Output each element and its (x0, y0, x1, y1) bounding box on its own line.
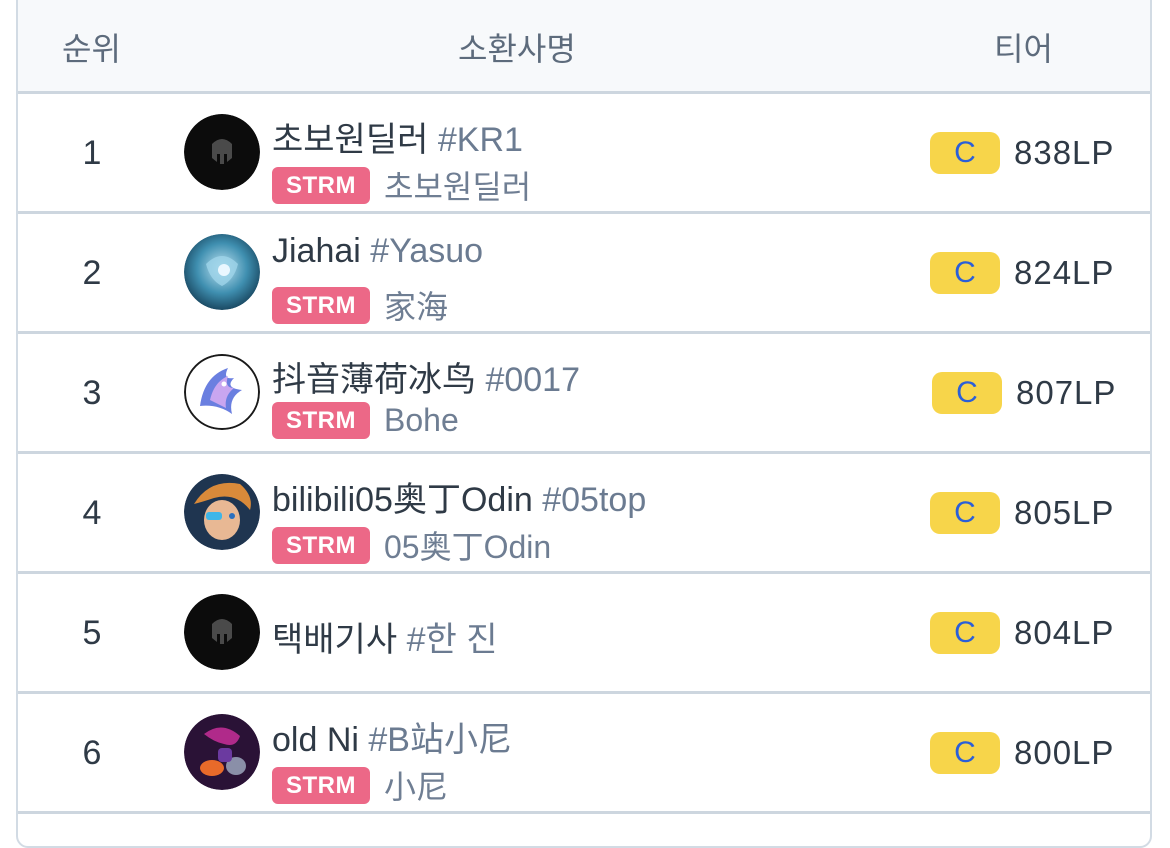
table-row[interactable]: 1 초보원딜러 #KR1 STRM 초보원딜러 C 838LP (18, 94, 1150, 214)
team-badge: STRM (272, 286, 370, 324)
rank-number: 5 (82, 614, 102, 652)
table-row[interactable]: 5 택배기사 #한 진 C 804LP (18, 574, 1150, 694)
avatar[interactable] (184, 714, 260, 790)
table-row[interactable]: 3 抖音薄荷冰鸟 #0017 STRM Bohe C 807LP (18, 334, 1150, 454)
summoner-name[interactable]: 택배기사 #한 진 (272, 612, 498, 661)
summoner-tag: #KR1 (437, 121, 523, 159)
streamer-name: 家海 (384, 289, 449, 325)
table-row[interactable]: 2 Jiahai #Yasuo STRM 家海 C 824LP (18, 214, 1150, 334)
streamer-info: STRM 초보원딜러 (272, 162, 531, 208)
team-badge: STRM (272, 402, 370, 439)
header-rank: 순위 (62, 31, 121, 67)
league-points: 838LP (1014, 134, 1115, 171)
summoner-name-text: 초보원딜러 (272, 121, 429, 159)
header-tier: 티어 (994, 31, 1053, 67)
summoner-name[interactable]: bilibili05奥丁Odin #05top (272, 472, 646, 521)
league-points: 804LP (1014, 614, 1115, 651)
league-points: 800LP (1014, 734, 1115, 771)
summoner-name[interactable]: Jiahai #Yasuo (272, 232, 483, 271)
summoner-name-text: old Ni (272, 721, 359, 759)
team-badge: STRM (272, 166, 370, 204)
streamer-info: STRM 小尼 (272, 762, 448, 808)
summoner-tag: #0017 (485, 361, 580, 399)
rank-number: 3 (82, 374, 102, 412)
summoner-tag: #Yasuo (370, 232, 484, 270)
tier-badge: C (930, 732, 1000, 774)
rank-number: 1 (82, 134, 102, 172)
avatar[interactable] (184, 474, 260, 550)
avatar[interactable] (184, 234, 260, 310)
streamer-name: 小尼 (384, 769, 449, 805)
avatar[interactable] (184, 594, 260, 670)
avatar[interactable] (184, 354, 260, 430)
tier-badge: C (930, 132, 1000, 174)
tier-badge: C (930, 252, 1000, 294)
table-header: 순위 소환사명 티어 (18, 0, 1150, 94)
summoner-tag: #05top (542, 481, 647, 519)
streamer-name: 05奥丁Odin (384, 529, 552, 565)
summoner-name-text: bilibili05奥丁Odin (272, 481, 533, 519)
header-summoner: 소환사명 (458, 31, 576, 67)
summoner-name[interactable]: 초보원딜러 #KR1 (272, 112, 523, 161)
streamer-name: Bohe (384, 402, 459, 438)
table-row[interactable]: 4 bilibili05奥丁Odin #05top STRM 05奥丁Odin … (18, 454, 1150, 574)
summoner-tag: #한 진 (406, 621, 498, 659)
summoner-tag: #B站小尼 (368, 721, 512, 759)
summoner-name[interactable]: old Ni #B站小尼 (272, 712, 512, 761)
tier-badge: C (930, 492, 1000, 534)
league-points: 805LP (1014, 494, 1115, 531)
summoner-name-text: 택배기사 (272, 621, 398, 659)
avatar[interactable] (184, 114, 260, 190)
table-row[interactable]: 6 old Ni #B站小尼 STRM 小尼 C 800LP (18, 694, 1150, 814)
summoner-name[interactable]: 抖音薄荷冰鸟 #0017 (272, 352, 580, 401)
rank-number: 4 (82, 494, 102, 532)
league-points: 807LP (1016, 374, 1117, 411)
team-badge: STRM (272, 526, 370, 564)
streamer-info: STRM 家海 (272, 282, 448, 328)
rank-number: 6 (82, 734, 102, 772)
tier-badge: C (932, 372, 1002, 414)
streamer-name: 초보원딜러 (384, 169, 532, 205)
streamer-info: STRM 05奥丁Odin (272, 522, 551, 568)
summoner-name-text: 抖音薄荷冰鸟 (272, 361, 476, 399)
team-badge: STRM (272, 766, 370, 804)
league-points: 824LP (1014, 254, 1115, 291)
summoner-name-text: Jiahai (272, 232, 361, 270)
streamer-info: STRM Bohe (272, 402, 459, 439)
rank-number: 2 (82, 254, 102, 292)
tier-badge: C (930, 612, 1000, 654)
ranking-table: 순위 소환사명 티어 1 초보원딜러 #KR1 STRM 초보원딜러 C 838… (16, 0, 1152, 848)
